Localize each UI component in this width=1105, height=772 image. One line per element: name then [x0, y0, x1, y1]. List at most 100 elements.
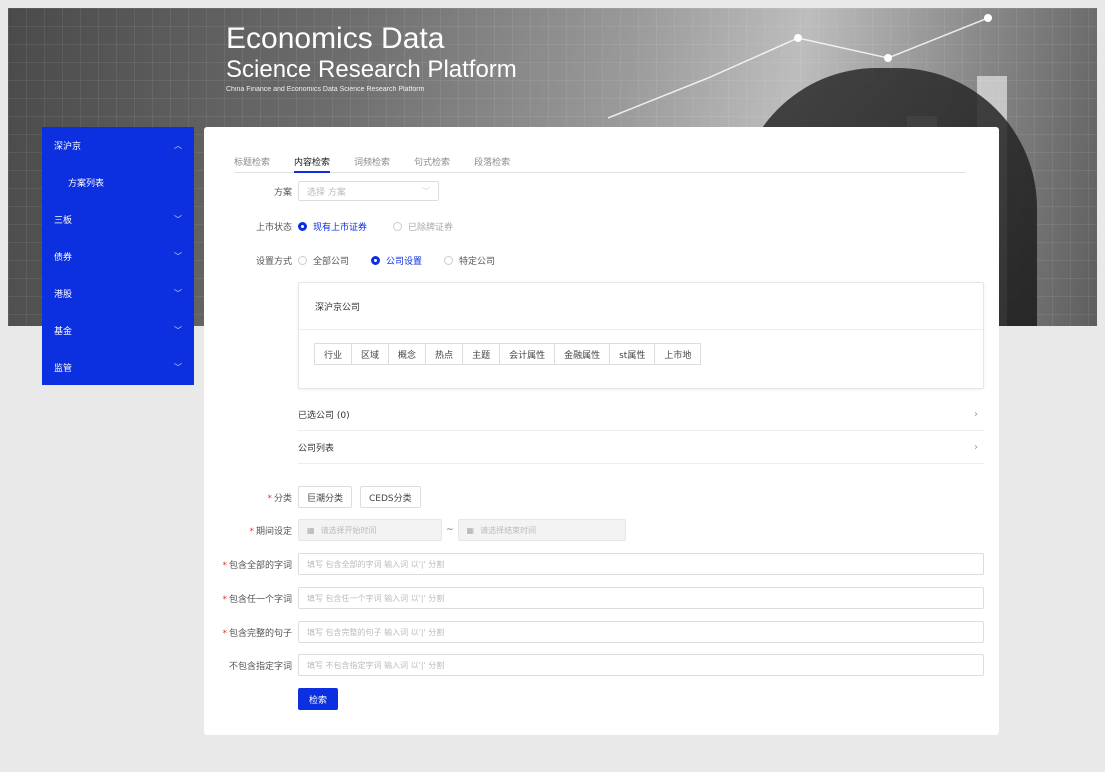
attr-tab-financial[interactable]: 金融属性 — [554, 343, 611, 365]
required-mark: * — [222, 628, 227, 639]
sidebar-item-sanban[interactable]: 三板 ﹀ — [42, 201, 194, 238]
banner-title-group: Economics Data Science Research Platform… — [226, 22, 517, 96]
radio-delisted[interactable]: 已除牌证券 — [393, 220, 453, 233]
radio-label: 特定公司 — [459, 256, 496, 267]
category-row: * 分类 巨潮分类 CEDS分类 — [204, 486, 421, 508]
any-word-label-text: 包含任一个字词 — [228, 594, 292, 605]
sidebar-item-regulation[interactable]: 监管 ﹀ — [42, 349, 194, 386]
sidebar-item-label: 三板 — [54, 216, 73, 226]
selected-companies-row[interactable]: 已选公司 (0) › — [298, 399, 984, 431]
radio-label: 现有上市证券 — [313, 222, 368, 233]
banner-line-graphic — [607, 14, 992, 119]
exclude-words-label: 不包含指定字词 — [228, 661, 292, 672]
required-mark: * — [249, 526, 254, 537]
tab-word-frequency-search[interactable]: 词频检索 — [354, 153, 390, 173]
radio-current-listed[interactable]: 现有上市证券 — [298, 220, 367, 233]
listing-status-row: 上市状态 现有上市证券 已除牌证券 — [204, 218, 469, 234]
attr-tab-hotspot[interactable]: 热点 — [425, 343, 464, 365]
selected-companies-label: 已选公司 (0) — [298, 411, 350, 421]
date-range-separator: ~ — [446, 525, 454, 535]
attr-tab-industry[interactable]: 行业 — [314, 343, 353, 365]
all-words-label: * 包含全部的字词 — [204, 558, 292, 571]
radio-company-settings[interactable]: 公司设置 — [371, 254, 422, 267]
sidebar-item-label: 基金 — [54, 327, 73, 337]
all-words-input[interactable]: 填写 包含全部的字词 输入词 以'|' 分割 — [298, 553, 984, 575]
sidebar-subitem-plan-list[interactable]: 方案列表 — [42, 164, 194, 201]
search-tabs: 标题检索 内容检索 词频检索 句式检索 段落检索 — [234, 153, 966, 173]
banner-title-line2: Science Research Platform — [226, 56, 517, 83]
full-sentence-row: * 包含完整的句子 填写 包含完整的句子 输入词 以'|' 分割 — [204, 621, 984, 643]
search-button[interactable]: 检索 — [298, 688, 338, 710]
chevron-down-icon: ﹀ — [174, 289, 182, 298]
category-label: * 分类 — [204, 491, 292, 504]
any-word-label: * 包含任一个字词 — [204, 592, 292, 605]
category-cninfo-button[interactable]: 巨潮分类 — [298, 486, 353, 508]
radio-dot-icon — [371, 255, 381, 265]
sidebar-item-label: 深沪京 — [54, 142, 82, 152]
attr-tab-listing-place[interactable]: 上市地 — [654, 343, 702, 365]
sidebar-item-bonds[interactable]: 债券 ﹀ — [42, 238, 194, 275]
sidebar-item-hk-stocks[interactable]: 港股 ﹀ — [42, 275, 194, 312]
radio-label: 已除牌证券 — [408, 222, 454, 233]
attr-tab-region[interactable]: 区域 — [351, 343, 390, 365]
tab-content-search[interactable]: 内容检索 — [294, 153, 331, 173]
attr-tab-concept[interactable]: 概念 — [388, 343, 427, 365]
sidebar-item-label: 港股 — [54, 290, 73, 300]
sidebar-item-funds[interactable]: 基金 ﹀ — [42, 312, 194, 349]
sidebar-item-shenhujing[interactable]: 深沪京 ︿ — [42, 127, 194, 164]
required-mark: * — [222, 594, 227, 605]
radio-all-companies[interactable]: 全部公司 — [298, 254, 349, 267]
radio-dot-icon — [444, 255, 454, 265]
company-box-title: 深沪京公司 — [299, 283, 983, 330]
sidebar-item-label: 债券 — [54, 253, 73, 263]
chevron-right-icon: › — [974, 409, 978, 420]
chevron-down-icon: ﹀ — [174, 363, 182, 372]
plan-row: 方案 选择 方案 ﹀ — [204, 181, 439, 201]
search-form-card: 标题检索 内容检索 词频检索 句式检索 段落检索 方案 选择 方案 ﹀ 上市状态… — [204, 127, 999, 735]
tab-paragraph-search[interactable]: 段落检索 — [474, 153, 510, 173]
start-date-input[interactable]: ▦ 请选择开始时间 — [298, 519, 442, 541]
end-date-input[interactable]: ▦ 请选择结束时间 — [457, 519, 626, 541]
radio-dot-icon — [393, 221, 403, 231]
full-sentence-label: * 包含完整的句子 — [204, 626, 292, 639]
category-ceds-button[interactable]: CEDS分类 — [360, 486, 421, 508]
period-label: * 期间设定 — [204, 524, 292, 537]
setting-mode-row: 设置方式 全部公司 公司设置 特定公司 — [204, 252, 511, 268]
attribute-tabs: 行业 区域 概念 热点 主题 会计属性 金融属性 st属性 上市地 — [314, 343, 702, 365]
required-mark: * — [267, 493, 272, 504]
company-list-row[interactable]: 公司列表 › — [298, 432, 984, 464]
start-date-placeholder: 请选择开始时间 — [320, 525, 377, 535]
plan-label: 方案 — [273, 187, 292, 198]
attr-tab-theme[interactable]: 主题 — [462, 343, 501, 365]
full-sentence-label-text: 包含完整的句子 — [228, 628, 292, 639]
all-words-row: * 包含全部的字词 填写 包含全部的字词 输入词 以'|' 分割 — [204, 553, 984, 575]
any-word-input[interactable]: 填写 包含任一个字词 输入词 以'|' 分割 — [298, 587, 984, 609]
any-word-row: * 包含任一个字词 填写 包含任一个字词 输入词 以'|' 分割 — [204, 587, 984, 609]
radio-label: 公司设置 — [386, 256, 423, 267]
chevron-down-icon: ﹀ — [422, 186, 430, 196]
tab-sentence-search[interactable]: 句式检索 — [414, 153, 450, 173]
chevron-down-icon: ﹀ — [174, 252, 182, 261]
attr-tab-st[interactable]: st属性 — [609, 343, 656, 365]
company-attribute-box: 深沪京公司 行业 区域 概念 热点 主题 会计属性 金融属性 st属性 上市地 — [298, 282, 984, 389]
sidebar: 深沪京 ︿ 方案列表 三板 ﹀ 债券 ﹀ 港股 ﹀ 基金 ﹀ 监管 ﹀ — [42, 127, 194, 385]
exclude-words-input[interactable]: 填写 不包含指定字词 输入词 以'|' 分割 — [298, 654, 984, 676]
full-sentence-input[interactable]: 填写 包含完整的句子 输入词 以'|' 分割 — [298, 621, 984, 643]
radio-specific-company[interactable]: 特定公司 — [444, 254, 495, 267]
radio-dot-icon — [298, 221, 307, 231]
calendar-icon: ▦ — [466, 525, 475, 535]
required-mark: * — [222, 560, 227, 571]
radio-dot-icon — [298, 255, 307, 265]
calendar-icon: ▦ — [307, 525, 315, 535]
banner-title-line1: Economics Data — [226, 22, 445, 55]
chevron-up-icon: ︿ — [174, 141, 182, 150]
attr-tab-accounting[interactable]: 会计属性 — [499, 343, 556, 365]
tab-title-search[interactable]: 标题检索 — [234, 153, 270, 173]
end-date-placeholder: 请选择结束时间 — [480, 525, 537, 535]
category-label-text: 分类 — [273, 493, 292, 504]
all-words-label-text: 包含全部的字词 — [228, 560, 292, 571]
period-label-text: 期间设定 — [255, 526, 292, 537]
plan-select[interactable]: 选择 方案 ﹀ — [298, 181, 439, 201]
listing-status-label: 上市状态 — [255, 222, 292, 233]
chevron-down-icon: ﹀ — [174, 326, 182, 335]
